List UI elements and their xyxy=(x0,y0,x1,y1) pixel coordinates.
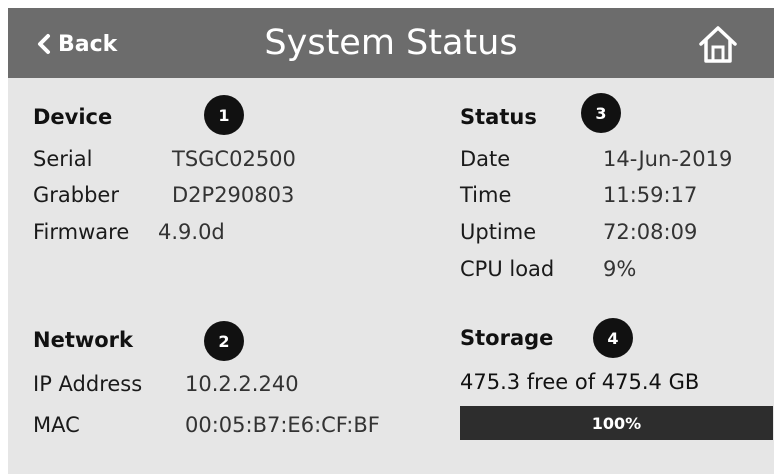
cpu-load-value: 9% xyxy=(603,257,637,281)
storage-badge: 4 xyxy=(593,318,633,358)
home-button[interactable] xyxy=(696,22,740,66)
status-section-title: Status xyxy=(460,105,537,129)
serial-value: TSGC02500 xyxy=(172,147,296,171)
mac-value: 00:05:B7:E6:CF:BF xyxy=(185,413,380,437)
device-badge: 1 xyxy=(204,95,244,135)
ip-address-value: 10.2.2.240 xyxy=(185,372,299,396)
storage-progress-label: 100% xyxy=(591,413,642,433)
grabber-value: D2P290803 xyxy=(172,183,295,207)
network-section-title: Network xyxy=(33,328,134,352)
time-value: 11:59:17 xyxy=(603,183,698,207)
grabber-label: Grabber xyxy=(33,183,119,207)
mac-label: MAC xyxy=(33,413,80,437)
network-badge: 2 xyxy=(204,321,244,361)
storage-progress-bar: 100% xyxy=(460,406,773,440)
home-icon xyxy=(699,26,737,63)
firmware-label: Firmware xyxy=(33,220,130,244)
status-badge: 3 xyxy=(581,93,621,133)
storage-summary: 475.3 free of 475.4 GB xyxy=(460,370,700,394)
firmware-value: 4.9.0d xyxy=(158,220,225,244)
storage-section-title: Storage xyxy=(460,326,554,350)
cpu-load-label: CPU load xyxy=(460,257,555,281)
uptime-value: 72:08:09 xyxy=(603,220,698,244)
ip-address-label: IP Address xyxy=(33,372,143,396)
system-status-screen: Back System Status Device 1 Serial TSGC0… xyxy=(8,8,774,474)
time-label: Time xyxy=(460,183,512,207)
device-section-title: Device xyxy=(33,105,113,129)
header-bar: Back System Status xyxy=(8,8,774,78)
date-value: 14-Jun-2019 xyxy=(603,147,733,171)
date-label: Date xyxy=(460,147,511,171)
serial-label: Serial xyxy=(33,147,93,171)
uptime-label: Uptime xyxy=(460,220,537,244)
page-title: System Status xyxy=(264,23,518,63)
